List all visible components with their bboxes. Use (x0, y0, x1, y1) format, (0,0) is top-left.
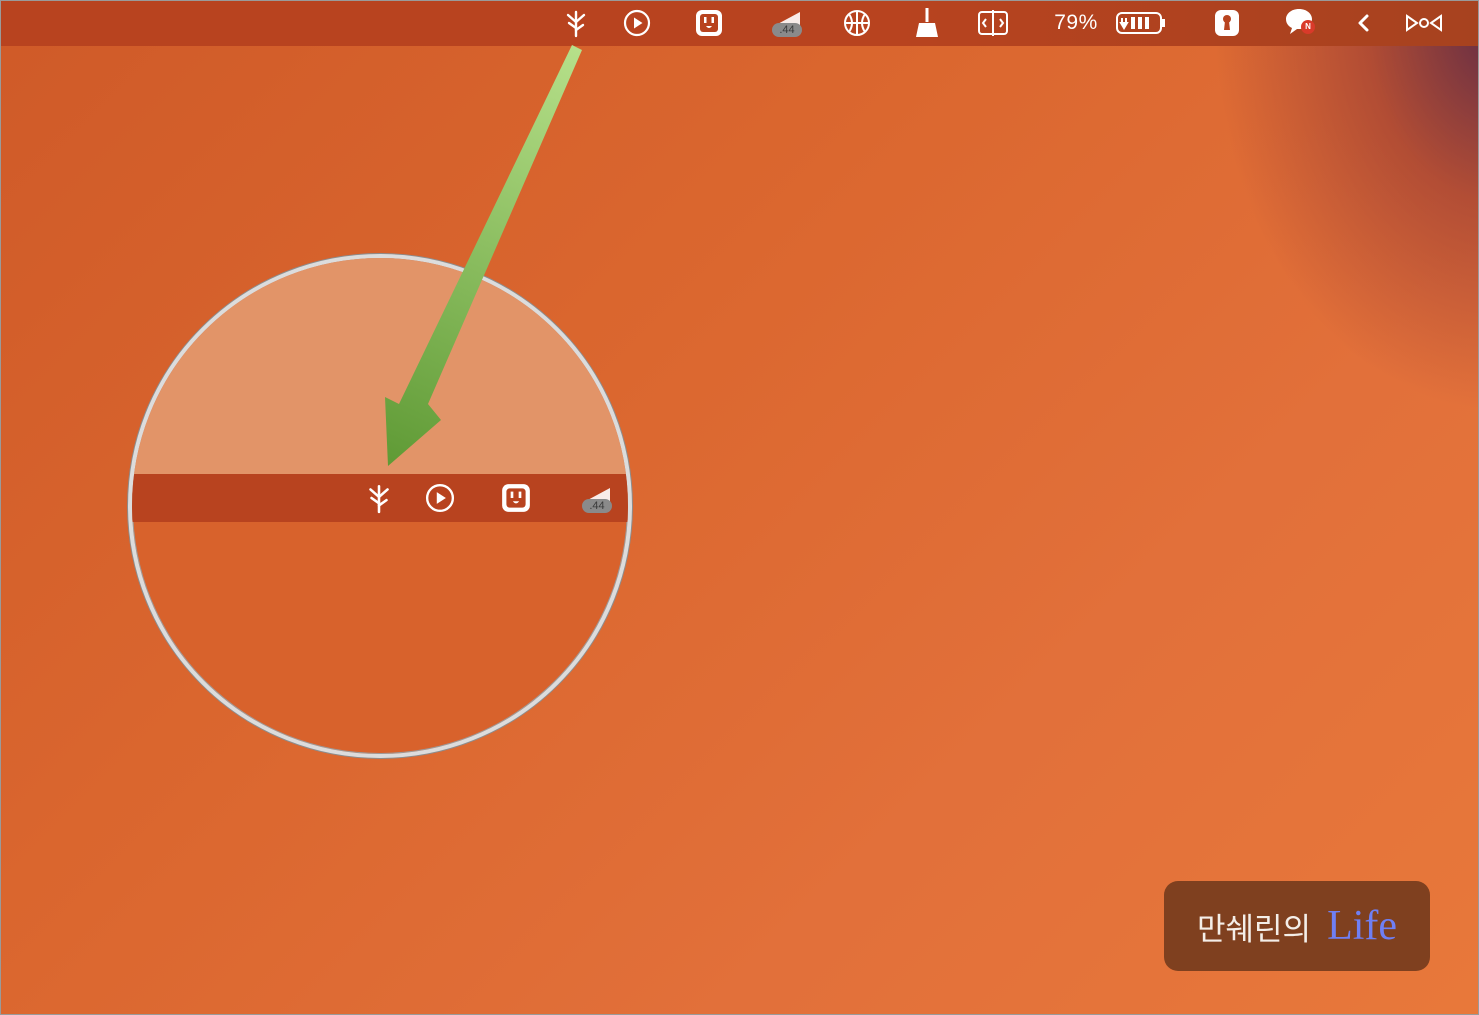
pointer-arrow (385, 45, 582, 466)
watermark-korean-text: 만쉐린의 (1196, 911, 1312, 948)
arrow-shape (385, 45, 582, 466)
blog-watermark: 만쉐린의 Life (1164, 881, 1430, 971)
watermark-life-text: Life (1327, 903, 1398, 949)
